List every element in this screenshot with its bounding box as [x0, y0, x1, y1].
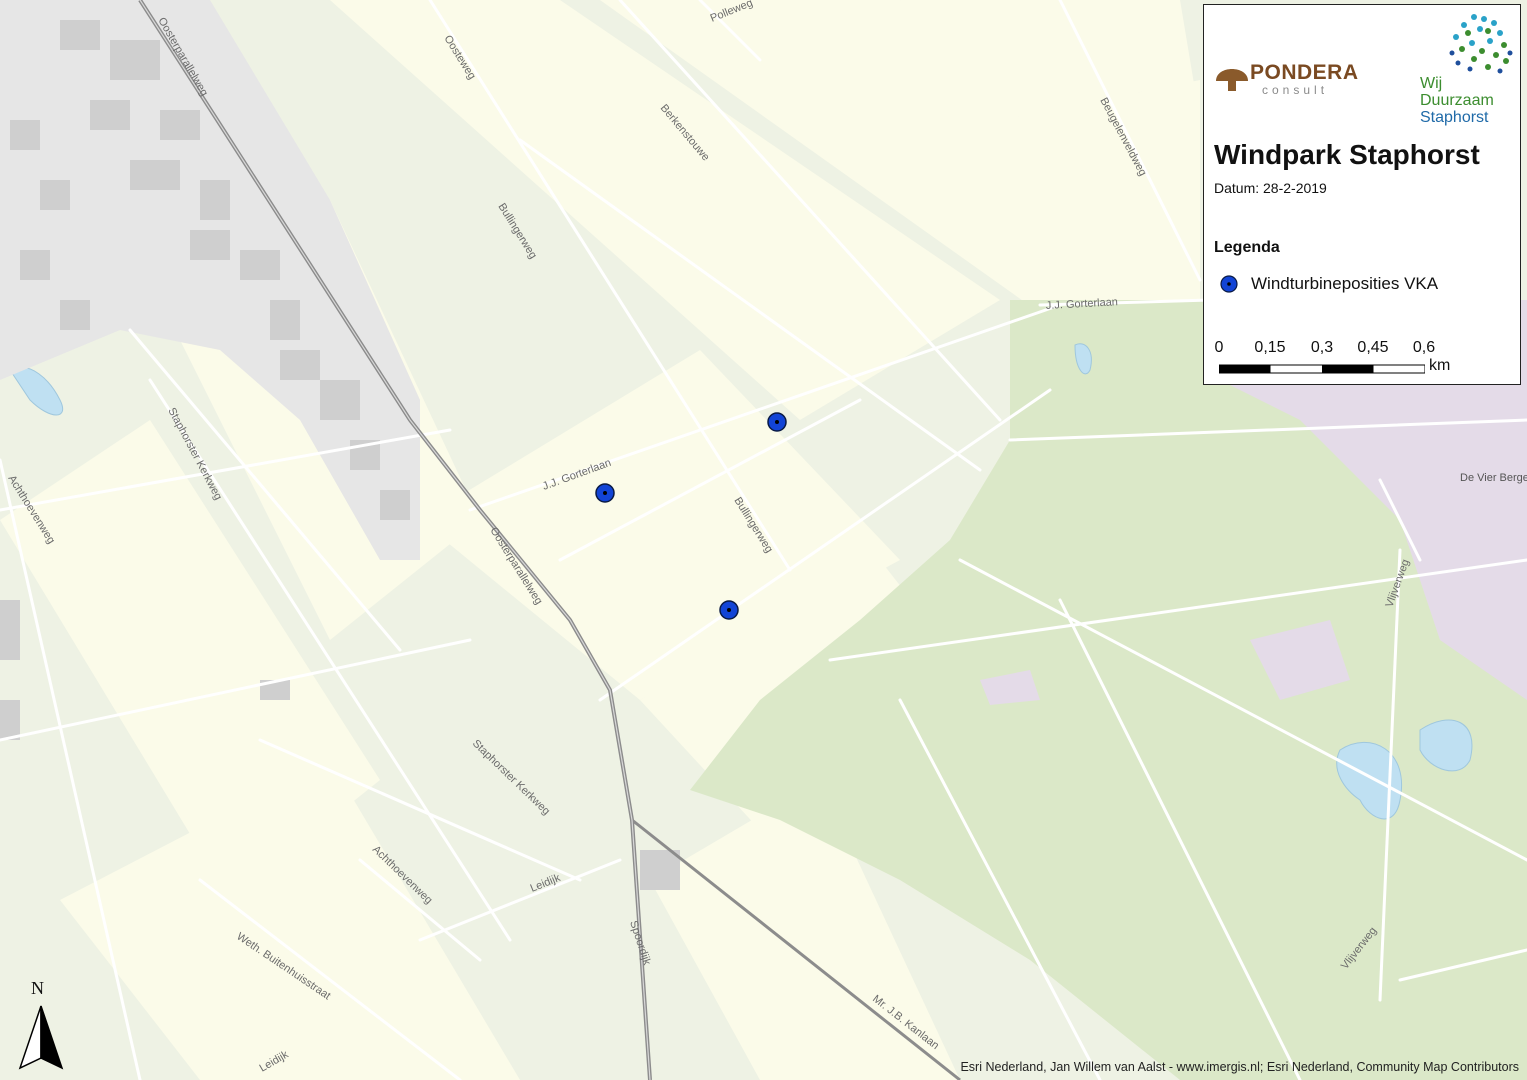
- wij-dots-icon: [1449, 14, 1513, 74]
- wij-line-1: Wij: [1420, 75, 1443, 92]
- north-arrow: N: [18, 978, 64, 1074]
- place-label: De Vier Berge: [1460, 472, 1527, 484]
- scale-tick-label: 0: [1214, 339, 1224, 356]
- turbine-marker-1[interactable]: [767, 412, 787, 432]
- legend-item-label: Windturbineposities VKA: [1251, 274, 1439, 293]
- scale-bar-graphic: [1219, 364, 1425, 374]
- scale-tick-label: 0,45: [1357, 339, 1389, 356]
- legend-heading: Legenda: [1214, 239, 1280, 256]
- turbine-marker-3[interactable]: [719, 600, 739, 620]
- scale-tick-label: 0,15: [1254, 339, 1286, 356]
- scale-bar: 0 0,15 0,3 0,45 0,6 km: [1214, 339, 1514, 379]
- map-title: Windpark Staphorst: [1214, 139, 1480, 170]
- pondera-name: PONDERA: [1250, 61, 1359, 84]
- map-attribution: Esri Nederland, Jan Willem van Aalst - w…: [960, 1060, 1519, 1074]
- scale-unit: km: [1429, 357, 1451, 374]
- pondera-sub: consult: [1262, 83, 1329, 97]
- legend-panel: PONDERA consult Wij Duurzaam Staphorst W…: [1203, 4, 1521, 385]
- wij-line-3: Staphorst: [1420, 109, 1489, 126]
- wij-line-2: Duurzaam: [1420, 92, 1494, 109]
- scale-tick-label: 0,3: [1310, 339, 1334, 356]
- turbine-position-icon: [1220, 275, 1238, 293]
- north-arrow-icon: [18, 1005, 64, 1070]
- wij-duurzaam-logo: Wij Duurzaam Staphorst: [1418, 13, 1514, 129]
- north-letter: N: [31, 978, 44, 998]
- map-date: Datum: 28-2-2019: [1214, 180, 1327, 196]
- turbine-marker-2[interactable]: [595, 483, 615, 503]
- pondera-mark-icon: [1216, 69, 1248, 91]
- scale-tick-label: 0,6: [1412, 339, 1436, 356]
- pondera-logo: PONDERA consult: [1214, 53, 1394, 103]
